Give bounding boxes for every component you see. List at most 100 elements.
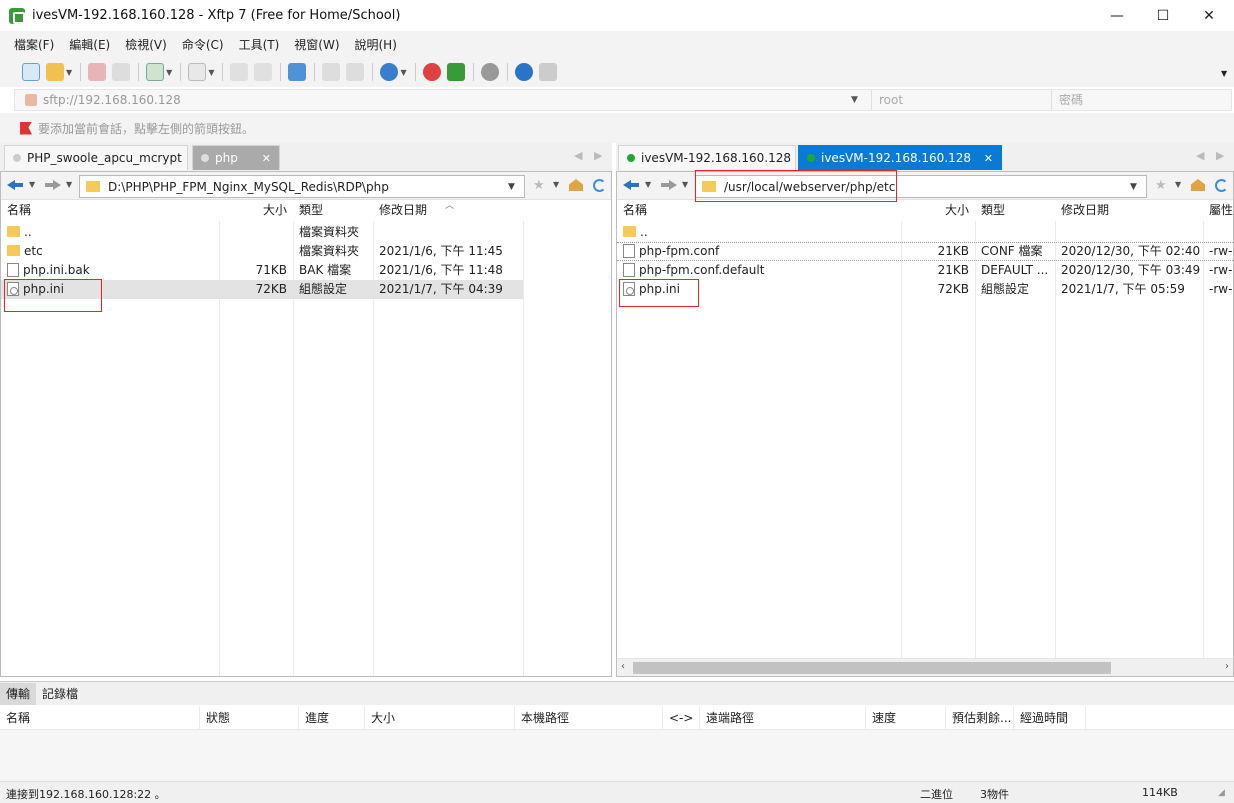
file-name: .. [640, 225, 648, 239]
refresh-icon[interactable] [593, 179, 606, 192]
menu-command[interactable]: 命令(C) [182, 36, 224, 53]
table-row[interactable]: .. [617, 223, 1233, 242]
xshell-icon[interactable] [422, 63, 441, 81]
column-size[interactable]: 大小 [219, 201, 293, 221]
open-folder-icon[interactable] [46, 63, 64, 81]
column-name[interactable]: 名稱 [1, 201, 219, 221]
back-arrow-icon[interactable] [623, 179, 639, 191]
column-remote-path[interactable]: 遠端路徑 [700, 706, 866, 730]
resize-grip-icon[interactable]: ◢ [1218, 788, 1225, 798]
host-input[interactable]: sftp://192.168.160.128 [43, 93, 851, 107]
column-type[interactable]: 類型 [975, 201, 1055, 221]
column-speed[interactable]: 速度 [866, 706, 946, 730]
new-folder-dropdown-icon[interactable]: ▼ [166, 68, 172, 77]
help-icon[interactable] [514, 63, 533, 81]
path-dropdown-icon[interactable]: ▼ [508, 182, 524, 192]
minimize-button[interactable]: — [1094, 0, 1140, 31]
column-size[interactable]: 大小 [365, 706, 515, 730]
paste-icon[interactable] [254, 63, 273, 81]
menu-file[interactable]: 檔案(F) [14, 36, 54, 53]
bookmark-dropdown-icon[interactable]: ▼ [1175, 180, 1181, 189]
open-dropdown-icon[interactable]: ▼ [66, 68, 72, 77]
menu-help[interactable]: 說明(H) [355, 36, 397, 53]
column-eta[interactable]: 預估剩餘... [946, 706, 1014, 730]
close-tab-icon[interactable]: ✕ [262, 152, 271, 165]
gear-icon[interactable] [480, 63, 499, 81]
transfer-list[interactable] [0, 730, 1234, 781]
path-dropdown-icon[interactable]: ▼ [1130, 182, 1146, 192]
column-modified[interactable]: 修改日期 [1055, 201, 1203, 221]
maximize-button[interactable]: ☐ [1140, 0, 1186, 31]
disconnect-icon[interactable] [88, 63, 107, 81]
tab-local-session-1[interactable]: PHP_swoole_apcu_mcrypt [4, 145, 188, 170]
toolbar-overflow-icon[interactable]: ▼ [1221, 69, 1227, 78]
menu-view[interactable]: 檢視(V) [125, 36, 167, 53]
column-progress[interactable]: 進度 [299, 706, 365, 730]
host-dropdown-icon[interactable]: ▼ [851, 95, 871, 105]
forward-arrow-icon[interactable] [661, 179, 677, 191]
properties-icon[interactable] [322, 63, 341, 81]
menu-tools[interactable]: 工具(T) [239, 36, 280, 53]
forward-dropdown-icon[interactable]: ▼ [66, 180, 72, 189]
scroll-left-icon[interactable]: ‹ [621, 661, 625, 672]
table-row[interactable]: php.ini 72KB 組態設定 2021/1/7, 下午 05:59 -rw… [617, 280, 1233, 299]
column-name[interactable]: 名稱 [0, 706, 200, 730]
column-direction[interactable]: <-> [663, 706, 700, 730]
terminal-dropdown-icon[interactable]: ▼ [208, 68, 214, 77]
new-session-icon[interactable] [22, 63, 40, 81]
scrollbar-thumb[interactable] [633, 662, 1111, 674]
globe-dropdown-icon[interactable]: ▼ [400, 68, 406, 77]
copy-icon[interactable] [230, 63, 249, 81]
close-tab-icon[interactable]: ✕ [984, 152, 993, 165]
forward-dropdown-icon[interactable]: ▼ [682, 180, 688, 189]
xftp-icon[interactable] [446, 63, 465, 81]
tab-transfer[interactable]: 傳輸 [0, 683, 37, 705]
menu-window[interactable]: 視窗(W) [294, 36, 339, 53]
scroll-right-icon[interactable]: › [1225, 661, 1229, 672]
home-icon[interactable] [1191, 179, 1205, 191]
back-dropdown-icon[interactable]: ▼ [29, 180, 35, 189]
username-input[interactable]: root [871, 90, 1051, 110]
column-local-path[interactable]: 本機路徑 [515, 706, 663, 730]
horizontal-scrollbar[interactable]: ‹ › [617, 658, 1233, 676]
tab-scroll-left-icon[interactable]: ◀ [574, 149, 582, 162]
tab-log[interactable]: 記錄檔 [36, 683, 84, 705]
local-path-input[interactable]: D:\PHP\PHP_FPM_Nginx_MySQL_Redis\RDP\php… [79, 175, 525, 198]
sync-icon[interactable] [288, 63, 307, 81]
back-arrow-icon[interactable] [7, 179, 23, 191]
table-row[interactable]: etc 檔案資料夾 2021/1/6, 下午 11:45 [1, 242, 523, 261]
delete-icon[interactable] [346, 63, 365, 81]
close-button[interactable]: ✕ [1186, 0, 1232, 31]
terminal-icon[interactable] [188, 63, 207, 81]
bookmark-star-icon[interactable]: ★ [1155, 178, 1167, 193]
column-attributes[interactable]: 屬性 [1203, 201, 1233, 221]
tab-scroll-left-icon[interactable]: ◀ [1196, 149, 1204, 162]
refresh-icon[interactable] [1215, 179, 1228, 192]
bookmark-flag-icon[interactable] [20, 121, 32, 135]
table-row[interactable]: php-fpm.conf.default 21KB DEFAULT ... 20… [617, 261, 1233, 280]
tab-local-session-2[interactable]: php ✕ [192, 145, 280, 170]
bookmark-star-icon[interactable]: ★ [533, 178, 545, 193]
table-row-focused[interactable]: php-fpm.conf 21KB CONF 檔案 2020/12/30, 下午… [617, 242, 1233, 261]
back-dropdown-icon[interactable]: ▼ [645, 180, 651, 189]
home-icon[interactable] [569, 179, 583, 191]
column-status[interactable]: 狀態 [200, 706, 299, 730]
chat-icon[interactable] [538, 63, 557, 81]
column-size[interactable]: 大小 [901, 201, 975, 221]
forward-arrow-icon[interactable] [45, 179, 61, 191]
column-elapsed[interactable]: 經過時間 [1014, 706, 1086, 730]
column-name[interactable]: 名稱 [617, 201, 901, 221]
table-row[interactable]: .. 檔案資料夾 [1, 223, 523, 242]
table-row[interactable]: php.ini.bak 71KB BAK 檔案 2021/1/6, 下午 11:… [1, 261, 523, 280]
tab-remote-session-2[interactable]: ivesVM-192.168.160.128 ✕ [798, 145, 1002, 170]
menu-edit[interactable]: 編輯(E) [69, 36, 110, 53]
reconnect-icon[interactable] [112, 63, 131, 81]
tab-scroll-right-icon[interactable]: ▶ [1216, 149, 1224, 162]
tab-remote-session-1[interactable]: ivesVM-192.168.160.128 [618, 145, 796, 170]
column-type[interactable]: 類型 [293, 201, 373, 221]
globe-icon[interactable] [380, 63, 399, 81]
password-input[interactable]: 密碼 [1051, 90, 1231, 110]
tab-scroll-right-icon[interactable]: ▶ [594, 149, 602, 162]
new-folder-icon[interactable] [146, 63, 165, 81]
bookmark-dropdown-icon[interactable]: ▼ [553, 180, 559, 189]
